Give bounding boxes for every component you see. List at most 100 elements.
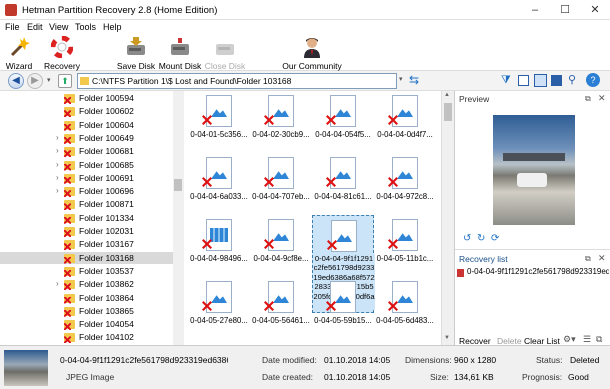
preview-pane-icon[interactable] — [534, 74, 547, 87]
tree-item[interactable]: Folder 100871 — [0, 198, 173, 211]
rotate-right-icon[interactable]: ↻ — [477, 233, 485, 244]
tree-item[interactable]: Folder 100602 — [0, 105, 173, 118]
file-item[interactable]: 0-04-04-054f5... — [312, 91, 374, 151]
tree-item[interactable]: Folder 100594 — [0, 92, 173, 105]
close-disk-label: Close Disk — [204, 61, 246, 71]
deleted-folder-icon — [64, 320, 75, 330]
menu-view[interactable]: View — [49, 22, 68, 32]
go-icon[interactable]: ⇆ — [409, 73, 419, 87]
file-item[interactable]: 0-04-04-972c8... — [374, 153, 436, 213]
scroll-up-icon[interactable]: ▲ — [444, 92, 450, 98]
file-item[interactable]: 0-04-05-59b15... — [312, 277, 374, 337]
file-scrollbar[interactable]: ▲ ▼ — [441, 91, 453, 345]
tree-item[interactable]: Folder 102031 — [0, 225, 173, 238]
back-button[interactable]: ◀ — [8, 73, 24, 89]
tree-item[interactable]: Folder 103537 — [0, 265, 173, 278]
file-item[interactable]: 0-04-05-56461... — [250, 277, 312, 337]
mount-disk-button[interactable]: Mount Disk — [158, 35, 202, 71]
tree-item-label: Folder 100649 — [79, 132, 134, 143]
menu-file[interactable]: File — [5, 22, 20, 32]
right-panel: Preview ⧉ ✕ ↺ ↻ ⟳ Recovery list ⧉ ✕ 0-04… — [454, 91, 610, 346]
path-input[interactable]: C:\NTFS Partition 1\$ Lost and Found\Fol… — [77, 73, 397, 89]
created-label: Date created: — [262, 372, 314, 382]
preview-title: Preview — [459, 94, 490, 104]
list-view-icon[interactable]: ☰ — [583, 334, 591, 345]
list-pin-icon[interactable]: ⧉ — [596, 334, 602, 345]
view-mode-icon[interactable] — [518, 75, 529, 86]
path-dropdown-icon[interactable]: ▾ — [399, 75, 403, 83]
chevron-right-icon[interactable]: › — [56, 146, 59, 155]
file-item[interactable]: 0-04-05-11b1c... — [374, 215, 436, 275]
menu-bar: File Edit View Tools Help — [0, 20, 610, 35]
filter-icon[interactable]: ⧩ — [501, 74, 511, 87]
tree-item[interactable]: › Folder 100685 — [0, 159, 173, 172]
chevron-right-icon[interactable]: › — [56, 173, 59, 182]
file-scroll-thumb[interactable] — [444, 103, 452, 121]
folder-up-icon[interactable]: ⬆ — [58, 74, 72, 88]
tree-item[interactable]: › Folder 100649 — [0, 132, 173, 145]
recovery-close-icon[interactable]: ✕ — [598, 253, 606, 264]
tree-item[interactable]: Folder 100604 — [0, 119, 173, 132]
file-item[interactable]: 0-04-04-9cf8e... — [250, 215, 312, 275]
tree-item[interactable]: Folder 103865 — [0, 305, 173, 318]
file-name: 0-04-04-6a033... — [190, 192, 248, 201]
chevron-right-icon[interactable]: › — [56, 279, 59, 288]
scroll-down-icon[interactable]: ▼ — [444, 335, 450, 341]
file-item[interactable]: 0-04-01-5c356... — [188, 91, 250, 151]
settings-dropdown-icon[interactable]: ⚙▾ — [563, 334, 576, 345]
tree-item[interactable]: › Folder 100691 — [0, 172, 173, 185]
rotate-left-icon[interactable]: ↺ — [463, 233, 471, 244]
our-community-button[interactable]: Our Community — [280, 35, 344, 71]
chevron-right-icon[interactable]: › — [56, 160, 59, 169]
file-item[interactable]: 0-04-04-6a033... — [188, 153, 250, 213]
menu-edit[interactable]: Edit — [27, 22, 43, 32]
recovery-button[interactable]: Recovery — [42, 35, 82, 71]
tree-item[interactable]: Folder 103167 — [0, 238, 173, 251]
forward-button[interactable]: ▶ — [27, 73, 43, 89]
tree-item[interactable]: Folder 103168 — [0, 251, 173, 265]
tree-item[interactable]: Folder 101334 — [0, 212, 173, 225]
menu-tools[interactable]: Tools — [75, 22, 96, 32]
menu-help[interactable]: Help — [103, 22, 122, 32]
mount-disk-label: Mount Disk — [158, 61, 202, 71]
tree-item[interactable]: Folder 104102 — [0, 331, 173, 344]
tree-item[interactable]: Folder 103864 — [0, 292, 173, 305]
tree-scrollbar[interactable] — [173, 91, 183, 345]
save-icon[interactable] — [551, 75, 562, 86]
tree-item[interactable]: › Folder 100681 — [0, 145, 173, 158]
file-item[interactable]: 0-04-05-27e80... — [188, 277, 250, 337]
status-thumbnail — [4, 350, 48, 386]
file-item[interactable]: 0-04-04-81c61... — [312, 153, 374, 213]
close-button[interactable]: ✕ — [580, 0, 610, 20]
tree-scroll-thumb[interactable] — [174, 179, 182, 191]
close-disk-button[interactable]: Close Disk — [203, 35, 247, 71]
search-icon[interactable]: ⚲ — [568, 73, 576, 86]
preview-undock-icon[interactable]: ⧉ — [585, 94, 591, 104]
preview-close-icon[interactable]: ✕ — [598, 93, 606, 104]
prognosis-value: Good — [568, 372, 589, 382]
path-text: C:\NTFS Partition 1\$ Lost and Found\Fol… — [92, 76, 292, 86]
chevron-right-icon[interactable]: › — [56, 186, 59, 195]
chevron-right-icon[interactable]: › — [56, 133, 59, 142]
file-deleted-icon — [457, 269, 464, 277]
file-item[interactable]: 0-04-04-98496... — [188, 215, 250, 275]
file-item[interactable]: 0-04-04-0d4f7... — [374, 91, 436, 151]
file-item[interactable]: 0-04-05-6d483... — [374, 277, 436, 337]
history-dropdown-icon[interactable]: ▾ — [47, 76, 51, 84]
file-item[interactable]: 0-04-04-707eb... — [250, 153, 312, 213]
tree-item[interactable]: › Folder 100696 — [0, 185, 173, 198]
tree-item-label: Folder 103862 — [79, 279, 134, 290]
help-icon[interactable]: ? — [586, 73, 600, 87]
recovery-list-item[interactable]: 0-04-04-9f1f1291c2fe561798d923319ed6386a… — [457, 267, 609, 279]
save-disk-button[interactable]: Save Disk — [114, 35, 158, 71]
refresh-icon[interactable]: ⟳ — [491, 233, 499, 244]
deleted-folder-icon — [64, 240, 75, 250]
tree-item-label: Folder 103168 — [79, 252, 134, 263]
wizard-button[interactable]: Wizard — [2, 35, 36, 71]
maximize-button[interactable]: ☐ — [550, 0, 580, 20]
tree-item[interactable]: Folder 104054 — [0, 318, 173, 331]
file-item[interactable]: 0-04-02-30cb9... — [250, 91, 312, 151]
recovery-undock-icon[interactable]: ⧉ — [585, 254, 591, 264]
tree-item[interactable]: › Folder 103862 — [0, 278, 173, 291]
minimize-button[interactable]: – — [520, 0, 550, 20]
